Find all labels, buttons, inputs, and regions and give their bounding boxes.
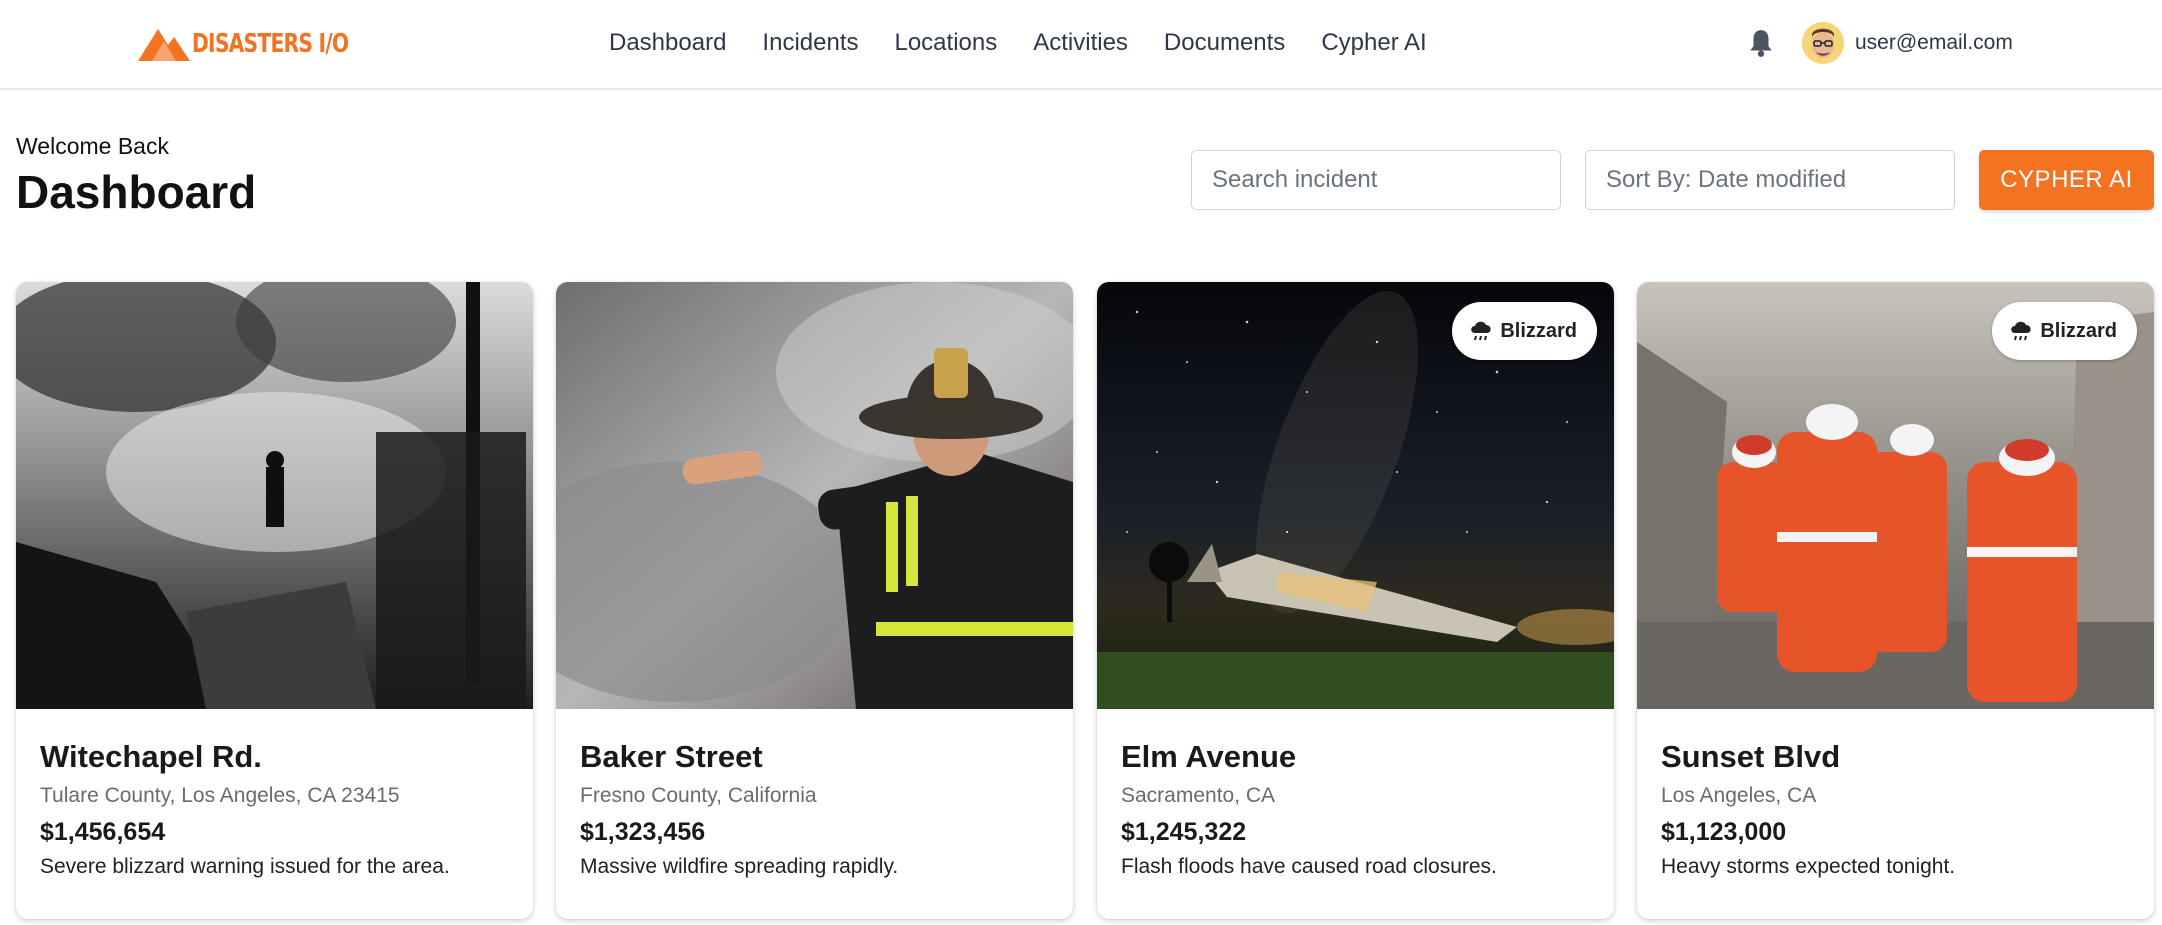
nav-item-documents[interactable]: Documents bbox=[1164, 26, 1285, 60]
incident-photo-burned-houses bbox=[16, 282, 533, 709]
card-description: Severe blizzard warning issued for the a… bbox=[40, 855, 450, 878]
incident-card[interactable]: Baker Street Fresno County, California $… bbox=[556, 282, 1073, 919]
top-navigation-bar: DISASTERS I/O Dashboard Incidents Locati… bbox=[0, 0, 2162, 90]
cypher-ai-button[interactable]: CYPHER AI bbox=[1979, 150, 2154, 210]
card-title: Witechapel Rd. bbox=[40, 739, 262, 774]
incident-type-badge: Blizzard bbox=[1992, 302, 2137, 360]
card-amount: $1,323,456 bbox=[580, 818, 706, 846]
page-title: Dashboard bbox=[16, 166, 257, 218]
badge-label: Blizzard bbox=[2040, 319, 2117, 342]
card-title: Sunset Blvd bbox=[1661, 739, 1841, 774]
sort-select[interactable]: Sort By: Date modified bbox=[1585, 150, 1955, 210]
nav-item-locations[interactable]: Locations bbox=[894, 26, 997, 60]
incident-card[interactable]: Witechapel Rd. Tulare County, Los Angele… bbox=[16, 282, 533, 919]
app-logo[interactable]: DISASTERS I/O bbox=[138, 24, 392, 64]
nav-item-incidents[interactable]: Incidents bbox=[762, 26, 858, 60]
card-amount: $1,123,000 bbox=[1661, 818, 1787, 846]
card-location: Sacramento, CA bbox=[1121, 784, 1276, 807]
incident-card[interactable]: Blizzard Elm Avenue Sacramento, CA $1,24… bbox=[1097, 282, 1614, 919]
card-title: Baker Street bbox=[580, 739, 763, 774]
incident-type-badge: Blizzard bbox=[1452, 302, 1597, 360]
incident-photo-firefighter bbox=[556, 282, 1073, 709]
card-description: Heavy storms expected tonight. bbox=[1661, 855, 1956, 878]
search-input[interactable] bbox=[1191, 150, 1561, 210]
main-nav: Dashboard Incidents Locations Activities… bbox=[609, 26, 1463, 60]
user-email[interactable]: user@email.com bbox=[1855, 29, 2013, 57]
cloud-rain-icon bbox=[2011, 321, 2031, 341]
user-avatar-icon bbox=[1802, 22, 1844, 64]
card-description: Flash floods have caused road closures. bbox=[1121, 855, 1497, 878]
nav-item-dashboard[interactable]: Dashboard bbox=[609, 26, 726, 60]
nav-item-activities[interactable]: Activities bbox=[1033, 26, 1128, 60]
cloud-rain-icon bbox=[1471, 321, 1491, 341]
card-location: Los Angeles, CA bbox=[1661, 784, 1817, 807]
avatar[interactable] bbox=[1802, 22, 1844, 64]
card-title: Elm Avenue bbox=[1121, 739, 1297, 774]
card-amount: $1,245,322 bbox=[1121, 818, 1247, 846]
card-location: Fresno County, California bbox=[580, 784, 817, 807]
badge-label: Blizzard bbox=[1500, 319, 1577, 342]
incident-card[interactable]: Blizzard Sunset Blvd Los Angeles, CA $1,… bbox=[1637, 282, 2154, 919]
mountain-logo-icon bbox=[138, 29, 190, 61]
logo-text: DISASTERS I/O bbox=[192, 29, 349, 59]
bell-icon[interactable] bbox=[1748, 28, 1774, 58]
card-description: Massive wildfire spreading rapidly. bbox=[580, 855, 899, 878]
card-location: Tulare County, Los Angeles, CA 23415 bbox=[40, 784, 400, 807]
card-amount: $1,456,654 bbox=[40, 818, 166, 846]
welcome-text: Welcome Back bbox=[16, 133, 169, 159]
nav-item-cypher-ai[interactable]: Cypher AI bbox=[1321, 26, 1426, 60]
